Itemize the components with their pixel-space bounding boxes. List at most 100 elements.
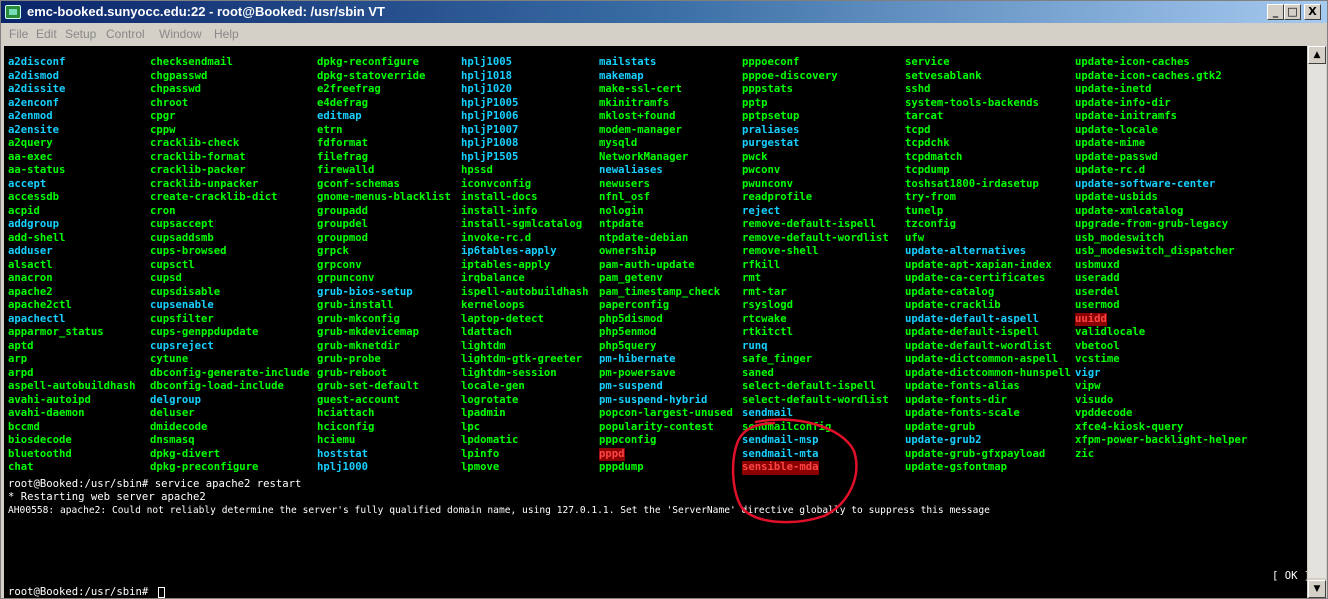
terminal-output-area[interactable]: a2disconf a2dismod a2dissite a2enconf a2enmo… bbox=[4, 46, 1307, 598]
file-entry: apache2 bbox=[8, 285, 53, 298]
listing-column-4: hplj1005 hplj1018 hplj1020 hpljP1005 hpljP10… bbox=[461, 56, 589, 475]
file-entry: a2enconf bbox=[8, 96, 60, 109]
file-entry: apparmor_status bbox=[8, 326, 104, 338]
file-entry: ldattach bbox=[461, 326, 513, 338]
menu-control[interactable]: Control bbox=[106, 23, 145, 45]
menu-edit[interactable]: Edit bbox=[36, 23, 57, 45]
shell-prompt[interactable]: root@Booked:/usr/sbin# bbox=[8, 586, 165, 598]
file-entry: rmt bbox=[742, 272, 762, 284]
file-entry: e4defrag bbox=[317, 96, 369, 109]
file-entry: acpid bbox=[8, 204, 40, 217]
file-entry: pam-auth-update bbox=[599, 258, 695, 271]
file-entry: ip6tables-apply bbox=[461, 245, 557, 257]
file-entry: editmap bbox=[317, 110, 362, 122]
file-entry: usbmuxd bbox=[1075, 258, 1120, 271]
file-entry: add-shell bbox=[8, 231, 66, 244]
file-entry: ntpdate bbox=[599, 218, 644, 230]
file-entry: ownership bbox=[599, 245, 657, 257]
file-entry: hpljP1505 bbox=[461, 150, 519, 163]
file-entry: vpddecode bbox=[1075, 407, 1133, 419]
file-entry: update-passwd bbox=[1075, 150, 1158, 163]
file-entry: a2query bbox=[8, 137, 53, 149]
file-entry: runq bbox=[742, 339, 768, 352]
file-entry: pptpsetup bbox=[742, 110, 800, 122]
file-entry: modem-manager bbox=[599, 123, 682, 136]
scroll-down-arrow-icon[interactable]: ▼ bbox=[1308, 580, 1326, 598]
file-entry: cracklib-packer bbox=[150, 164, 246, 176]
file-entry: praliases bbox=[742, 123, 800, 136]
file-entry: avahi-daemon bbox=[8, 407, 85, 419]
file-entry: sshd bbox=[905, 83, 931, 95]
file-entry: laptop-detect bbox=[461, 312, 544, 325]
menu-file[interactable]: File bbox=[9, 23, 28, 45]
file-entry: cracklib-format bbox=[150, 150, 246, 163]
file-entry: tcpdchk bbox=[905, 137, 950, 149]
file-entry: try-from bbox=[905, 191, 957, 203]
file-entry: vbetool bbox=[1075, 339, 1120, 352]
file-entry: deluser bbox=[150, 407, 195, 419]
file-entry: newusers bbox=[599, 177, 651, 190]
minimize-button[interactable]: _ bbox=[1267, 4, 1284, 20]
file-entry: update-default-aspell bbox=[905, 312, 1039, 325]
file-entry: dpkg-divert bbox=[150, 447, 221, 460]
file-entry: hpljP1005 bbox=[461, 96, 519, 109]
file-entry: sendmail-msp bbox=[742, 434, 819, 446]
file-entry: cron bbox=[150, 204, 176, 217]
terminal-app-icon[interactable] bbox=[5, 5, 21, 19]
file-entry: grub-reboot bbox=[317, 366, 388, 379]
file-entry: vipw bbox=[1075, 380, 1101, 392]
file-entry: sendmail bbox=[742, 407, 794, 419]
file-entry: cupsfilter bbox=[150, 312, 214, 325]
file-entry: install-info bbox=[461, 204, 538, 217]
file-entry: groupmod bbox=[317, 231, 369, 244]
listing-column-7: service setvesablank sshd system-tools-back… bbox=[905, 56, 1071, 475]
file-entry: rmt-tar bbox=[742, 285, 787, 298]
file-entry: make-ssl-cert bbox=[599, 83, 682, 95]
menu-window[interactable]: Window bbox=[159, 23, 202, 45]
file-entry: remove-default-ispell bbox=[742, 218, 876, 230]
file-entry: update-usbids bbox=[1075, 191, 1158, 203]
file-entry: cracklib-check bbox=[150, 137, 240, 149]
file-entry: a2disconf bbox=[8, 56, 66, 68]
file-entry: hpssd bbox=[461, 164, 493, 176]
menu-help[interactable]: Help bbox=[214, 23, 239, 45]
file-entry: bluetoothd bbox=[8, 447, 72, 460]
file-entry: dpkg-statoverride bbox=[317, 69, 426, 82]
file-entry: hpljP1006 bbox=[461, 110, 519, 122]
scroll-up-arrow-icon[interactable]: ▲ bbox=[1308, 46, 1326, 64]
file-entry: update-grub2 bbox=[905, 434, 982, 446]
vertical-scrollbar[interactable]: ▲ ▼ bbox=[1308, 46, 1326, 598]
file-entry: tcpdump bbox=[905, 164, 950, 176]
file-entry: aa-exec bbox=[8, 150, 53, 163]
file-entry: paperconfig bbox=[599, 299, 670, 311]
file-entry: e2freefrag bbox=[317, 83, 381, 95]
file-entry: update-inetd bbox=[1075, 83, 1152, 95]
file-entry: php5enmod bbox=[599, 326, 657, 338]
file-entry: arp bbox=[8, 353, 28, 365]
menu-setup[interactable]: Setup bbox=[65, 23, 96, 45]
file-entry: biosdecode bbox=[8, 434, 72, 446]
file-entry: nologin bbox=[599, 204, 644, 217]
file-entry: remove-shell bbox=[742, 245, 819, 257]
maximize-button[interactable]: □ bbox=[1284, 4, 1301, 20]
listing-column-8: update-icon-caches update-icon-caches.gtk… bbox=[1075, 56, 1247, 461]
file-entry: cupsreject bbox=[150, 339, 214, 352]
apache-warning-message: AH00558: apache2: Could not reliably det… bbox=[8, 505, 990, 516]
file-entry: sensible-mda bbox=[742, 461, 819, 475]
command-line: root@Booked:/usr/sbin# service apache2 r… bbox=[8, 478, 302, 490]
title-bar[interactable]: emc-booked.sunyocc.edu:22 - root@Booked:… bbox=[1, 1, 1327, 23]
file-entry: upgrade-from-grub-legacy bbox=[1075, 218, 1229, 230]
file-entry: rsyslogd bbox=[742, 299, 794, 311]
file-entry: update-mime bbox=[1075, 137, 1146, 149]
file-entry: tunelp bbox=[905, 204, 944, 217]
file-entry: aspell-autobuildhash bbox=[8, 380, 136, 392]
file-entry: hplj1000 bbox=[317, 461, 369, 473]
file-entry: groupdel bbox=[317, 218, 369, 230]
close-button[interactable]: X bbox=[1304, 4, 1321, 20]
listing-column-3: dpkg-reconfigure dpkg-statoverride e2freef… bbox=[317, 56, 451, 475]
file-entry: grub-mknetdir bbox=[317, 339, 400, 352]
file-entry: iconvconfig bbox=[461, 177, 532, 190]
file-entry: update-locale bbox=[1075, 123, 1158, 136]
file-entry: chgpasswd bbox=[150, 69, 208, 82]
file-entry: hplj1018 bbox=[461, 69, 513, 82]
